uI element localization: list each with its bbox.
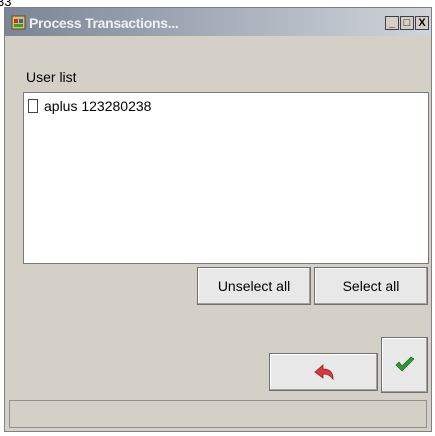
unselect-all-button[interactable]: Unselect all (197, 267, 311, 305)
status-bar (9, 400, 427, 428)
app-icon (11, 15, 26, 30)
corner-label: 33 (0, 0, 12, 9)
list-item-label: aplus 123280238 (44, 98, 152, 114)
back-button[interactable] (269, 353, 378, 391)
list-item[interactable]: aplus 123280238 (28, 98, 151, 114)
window-title: Process Transactions... (29, 15, 179, 31)
checkmark-icon (395, 356, 414, 372)
user-checkbox[interactable] (28, 99, 38, 113)
minimize-button[interactable]: _ (385, 16, 399, 30)
ok-button[interactable] (381, 337, 428, 393)
user-list-box[interactable]: aplus 123280238 (23, 92, 429, 264)
user-list-label: User list (26, 69, 77, 85)
back-arrow-icon (313, 364, 333, 381)
title-bar[interactable]: Process Transactions... _ □ X (5, 8, 431, 36)
process-transactions-window: Process Transactions... _ □ X User list … (4, 7, 432, 432)
maximize-button[interactable]: □ (400, 16, 414, 30)
close-button[interactable]: X (415, 16, 429, 30)
select-all-button[interactable]: Select all (314, 267, 428, 305)
